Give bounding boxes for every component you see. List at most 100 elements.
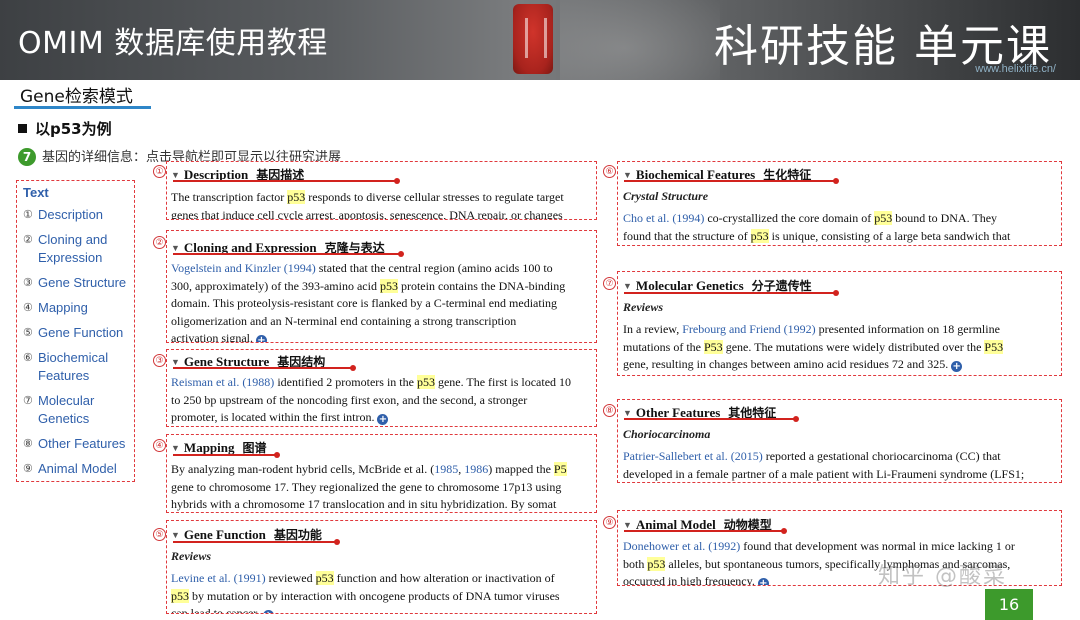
collapse-triangle-icon[interactable]: ▼	[171, 243, 180, 253]
bullet-square-icon	[18, 124, 27, 133]
expand-plus-icon[interactable]: +	[262, 610, 274, 613]
expand-plus-icon[interactable]: +	[951, 361, 963, 372]
paragraph-line: developed in a female partner of a male …	[623, 466, 1025, 481]
subheading: Reviews	[623, 300, 663, 314]
page-number: 16	[985, 589, 1033, 620]
nav-item-label: Mapping	[38, 300, 88, 315]
subheading: Reviews	[171, 549, 211, 563]
paragraph-line: genes that induce cell cycle arrest, apo…	[171, 207, 563, 220]
paragraph-line: can lead to cancer.+	[171, 605, 592, 613]
nav-item-label: Animal Model	[38, 461, 117, 476]
nav-item-mapping[interactable]: ④ Mapping	[23, 299, 134, 317]
panel-molecular-genetics: ▼ Molecular Genetics 分子遗传性 Reviews In a re…	[617, 271, 1062, 376]
paragraph-line: to 250 bp upstream of the noncoding firs…	[171, 392, 528, 407]
red-underline	[624, 416, 799, 422]
nav-item-label: Other Features	[38, 436, 126, 451]
citation-link[interactable]: Cho et al. (1994)	[623, 211, 704, 225]
citation-link[interactable]: 1985	[434, 462, 458, 476]
paragraph: Cho et al. (1994) co-crystallized the co…	[623, 211, 998, 225]
red-underline	[624, 290, 839, 296]
nav-item-cloning-expression[interactable]: ② Cloning and Expression	[23, 231, 134, 267]
collapse-triangle-icon[interactable]: ▼	[171, 443, 180, 453]
citation-link[interactable]: Donehower et al. (1992)	[623, 539, 740, 553]
nav-item-molecular-genetics[interactable]: ⑦ Molecular Genetics	[23, 392, 134, 428]
step-number-badge: 7	[18, 148, 36, 166]
collapse-triangle-icon[interactable]: ▼	[623, 281, 632, 291]
course-title: OMIM 数据库使用教程	[18, 26, 328, 61]
paragraph: Patrier-Sallebert et al. (2015) reported…	[623, 449, 1001, 463]
red-underline	[173, 251, 404, 257]
citation-link[interactable]: Reisman et al. (1988)	[171, 375, 274, 389]
panel-gene-function: ▼ Gene Function 基因功能 Reviews Levine et al.…	[166, 520, 597, 614]
site-url: www.helixlife.cn/	[975, 63, 1056, 75]
nav-heading[interactable]: Text	[23, 185, 134, 200]
nav-item-label: Biochemical Features	[38, 350, 109, 383]
section-underline	[14, 106, 151, 109]
expand-plus-icon[interactable]: +	[255, 335, 267, 342]
collapse-triangle-icon[interactable]: ▼	[171, 170, 180, 180]
citation-link[interactable]: Frebourg and Friend (1992)	[682, 322, 815, 336]
expand-plus-icon[interactable]: +	[757, 578, 769, 585]
collapse-triangle-icon[interactable]: ▼	[171, 530, 180, 540]
panel-number-7: ⑦	[603, 277, 616, 290]
nav-item-description[interactable]: ① Description	[23, 206, 134, 224]
paragraph-line: promoter, is located within the first in…	[171, 410, 389, 425]
red-underline	[624, 178, 839, 184]
citation-link[interactable]: Patrier-Sallebert et al. (2015)	[623, 449, 763, 463]
paragraph-line: 300, approximately) of the 393-amino aci…	[171, 278, 566, 293]
nav-item-gene-structure[interactable]: ③ Gene Structure	[23, 274, 134, 292]
panel-number-6: ⑥	[603, 165, 616, 178]
paragraph: By analyzing man-rodent hybrid cells, Mc…	[171, 462, 567, 476]
paragraph-line: domain. This proteolysis-resistant core …	[171, 296, 558, 310]
paragraph: Levine et al. (1991) reviewed p53 functi…	[171, 571, 555, 585]
nav-item-other-features[interactable]: ⑧ Other Features	[23, 435, 134, 453]
nav-item-biochemical-features[interactable]: ⑥ Biochemical Features	[23, 349, 134, 385]
citation-link[interactable]: 1986	[464, 462, 488, 476]
omim-text-nav: Text ① Description ② Cloning and Expressio…	[16, 180, 135, 482]
nav-item-gene-function[interactable]: ⑤ Gene Function	[23, 324, 134, 342]
paragraph: The transcription factor p53 responds to…	[171, 190, 564, 204]
paragraph: Donehower et al. (1992) found that devel…	[623, 539, 1015, 553]
paragraph-line: p53 by mutation or by interaction with o…	[171, 588, 560, 603]
nav-item-label: Molecular Genetics	[38, 393, 95, 426]
paragraph-line: gene to chromosome 17. They regionalized…	[171, 479, 562, 494]
nav-item-label: Gene Structure	[38, 275, 127, 290]
heading-text: 以p53为例	[35, 120, 112, 138]
paragraph: Reisman et al. (1988) identified 2 promo…	[171, 375, 572, 389]
panel-description: ▼ Description 基因描述 The transcription facto…	[166, 161, 597, 220]
panel-mapping: ▼ Mapping 图谱 By analyzing man-rodent hybri…	[166, 434, 597, 513]
expand-plus-icon[interactable]: +	[377, 414, 389, 425]
collapse-triangle-icon[interactable]: ▼	[623, 170, 632, 180]
panel-number-5: ⑤	[153, 528, 166, 541]
citation-link[interactable]: Levine et al. (1991)	[171, 571, 266, 585]
paragraph-line: gene, resulting in changes between amino…	[623, 357, 963, 372]
red-underline	[173, 539, 340, 545]
banner-background-image	[560, 0, 720, 80]
subheading: Crystal Structure	[623, 189, 709, 203]
paragraph-line: found that the structure of p53 is uniqu…	[623, 228, 1011, 243]
subheading: Choriocarcinoma	[623, 427, 711, 441]
panel-number-8: ⑧	[603, 404, 616, 417]
header-banner: OMIM 数据库使用教程 科研技能 单元课 www.helixlife.cn/	[0, 0, 1080, 80]
collapse-triangle-icon[interactable]: ▼	[623, 408, 632, 418]
red-underline	[173, 452, 280, 458]
panel-biochemical-features: ▼ Biochemical Features 生化特征 Crystal Struct…	[617, 161, 1062, 246]
panel-other-features: ▼ Other Features 其他特征 Choriocarcinoma Patr…	[617, 399, 1062, 483]
paragraph: Vogelstein and Kinzler (1994) stated tha…	[171, 261, 553, 275]
panel-number-9: ⑨	[603, 516, 616, 529]
nav-item-label: Cloning and Expression	[38, 232, 108, 265]
panel-number-2: ②	[153, 236, 166, 249]
nav-item-label: Gene Function	[38, 325, 124, 340]
collapse-triangle-icon[interactable]: ▼	[623, 520, 632, 530]
nav-item-animal-model[interactable]: ⑨ Animal Model	[23, 460, 134, 478]
collapse-triangle-icon[interactable]: ▼	[171, 357, 180, 367]
red-underline	[173, 365, 356, 371]
paragraph: In a review, Frebourg and Friend (1992) …	[623, 322, 1000, 336]
red-underline	[173, 178, 400, 184]
paragraph-line: hybrids with a chromosome 17 translocati…	[171, 497, 557, 511]
paragraph-line: oligomerization and an N-terminal end co…	[171, 313, 517, 328]
red-underline	[624, 528, 787, 534]
zhihu-watermark: 知乎 @酸菜	[878, 564, 1007, 589]
citation-link[interactable]: Vogelstein and Kinzler (1994)	[171, 261, 316, 275]
paragraph-line: mutations of the P53 gene. The mutations…	[623, 339, 1004, 354]
